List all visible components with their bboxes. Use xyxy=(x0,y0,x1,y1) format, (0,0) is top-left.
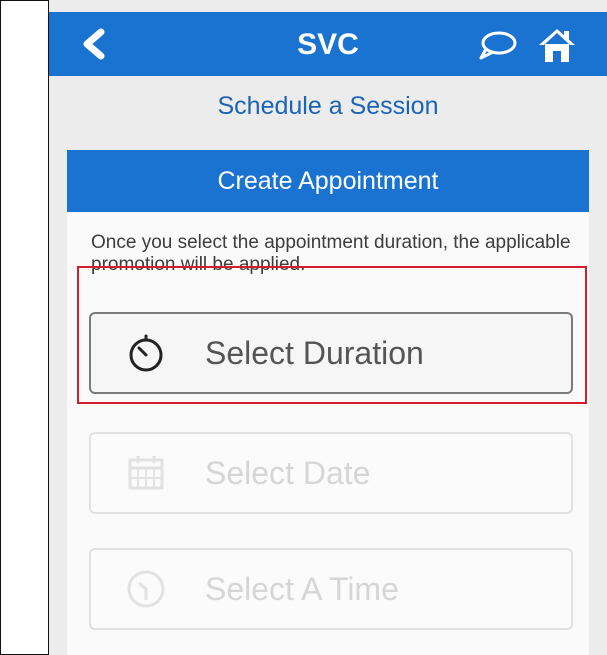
top-app-bar: SVC xyxy=(49,12,607,76)
select-time-button[interactable]: Select A Time xyxy=(89,548,573,630)
phone-screen: SVC Schedule a Session Create Appointmen… xyxy=(49,0,607,655)
page-subtitle: Schedule a Session xyxy=(217,92,439,120)
home-button[interactable] xyxy=(533,25,581,65)
select-date-label: Select Date xyxy=(205,454,371,491)
card-title: Create Appointment xyxy=(67,150,589,212)
app-title: SVC xyxy=(297,28,359,61)
select-duration-button[interactable]: Select Duration xyxy=(89,312,573,394)
stopwatch-icon xyxy=(129,334,163,372)
calendar-icon xyxy=(128,456,164,490)
chat-button[interactable] xyxy=(477,28,519,62)
clock-icon xyxy=(127,570,165,608)
appointment-card: Create Appointment Once you select the a… xyxy=(67,150,589,655)
select-time-label: Select A Time xyxy=(205,570,399,607)
select-date-button[interactable]: Select Date xyxy=(89,432,573,514)
select-duration-label: Select Duration xyxy=(205,334,424,371)
home-icon xyxy=(539,29,575,62)
chat-bubble-icon xyxy=(479,31,517,60)
